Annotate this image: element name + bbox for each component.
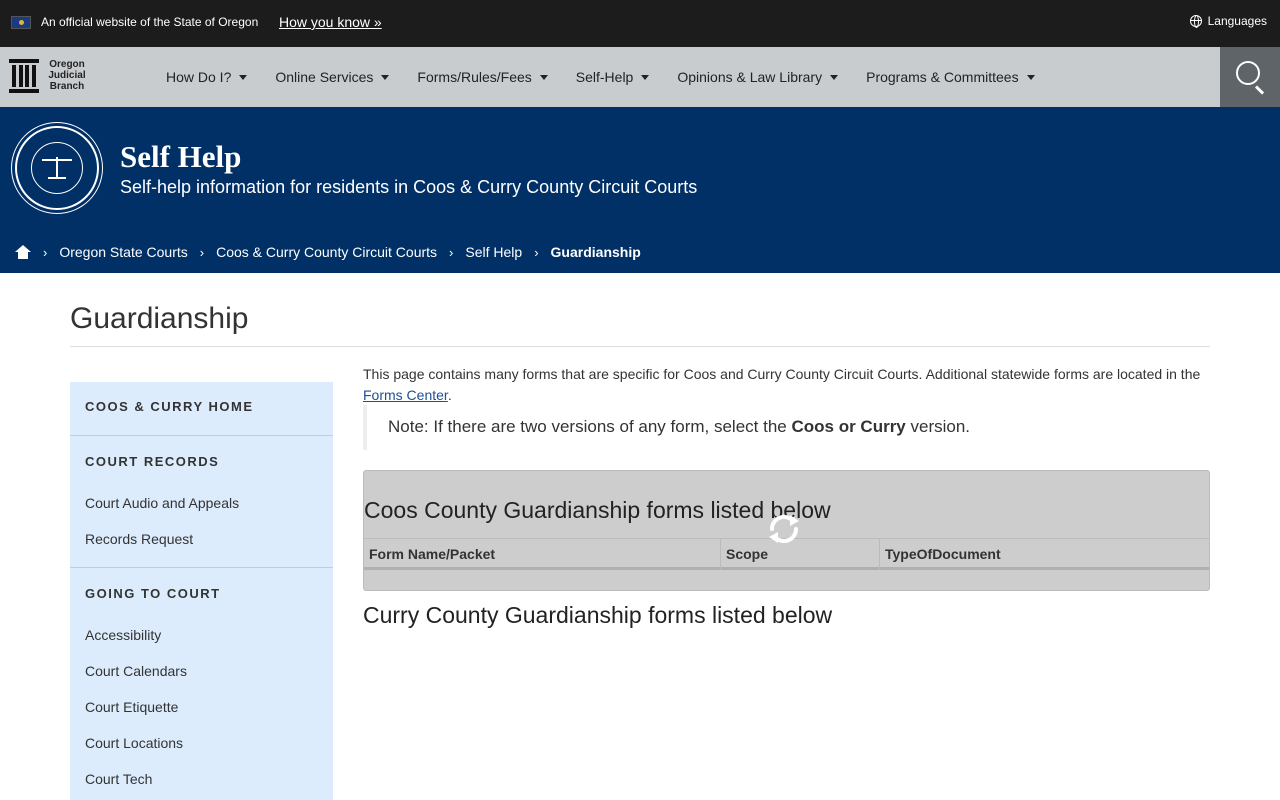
page-hero: Self Help Self-help information for resi…	[0, 107, 1280, 273]
sidebar-item-accessibility[interactable]: Accessibility	[70, 627, 333, 643]
sidebar-heading-going-to-court[interactable]: GOING TO COURT	[70, 586, 333, 601]
nav-item-online-services[interactable]: Online Services	[275, 69, 390, 85]
chevron-right-icon: ›	[43, 244, 48, 260]
official-site-text: An official website of the State of Oreg…	[41, 15, 259, 29]
breadcrumb-oregon-state-courts[interactable]: Oregon State Courts	[59, 244, 187, 260]
intro-paragraph: This page contains many forms that are s…	[363, 366, 1201, 403]
page-title: Guardianship	[70, 302, 249, 335]
column-header-form-name[interactable]: Form Name/Packet	[364, 539, 720, 570]
caret-down-icon	[641, 74, 650, 80]
breadcrumb-coos-curry[interactable]: Coos & Curry County Circuit Courts	[216, 244, 437, 260]
forms-center-link[interactable]: Forms Center	[363, 387, 448, 403]
caret-down-icon	[381, 74, 390, 80]
hero-title: Self Help	[120, 139, 242, 174]
hero-subtitle: Self-help information for residents in C…	[120, 177, 698, 197]
sidebar-item-court-audio-appeals[interactable]: Court Audio and Appeals	[70, 495, 333, 511]
chevron-right-icon: ›	[534, 244, 539, 260]
nav-item-self-help[interactable]: Self-Help	[576, 69, 650, 85]
judicial-department-seal	[15, 126, 99, 210]
sidebar-item-records-request[interactable]: Records Request	[70, 531, 333, 547]
coos-forms-panel: Coos County Guardianship forms listed be…	[363, 470, 1210, 591]
globe-icon	[1189, 15, 1202, 28]
pillar-icon	[9, 59, 39, 93]
how-you-know-link[interactable]: How you know »	[279, 14, 382, 30]
breadcrumb: › Oregon State Courts › Coos & Curry Cou…	[15, 244, 653, 260]
search-button[interactable]	[1220, 47, 1280, 107]
title-divider	[70, 346, 1210, 347]
nav-item-opinions-law-library[interactable]: Opinions & Law Library	[677, 69, 839, 85]
sidebar-item-court-locations[interactable]: Court Locations	[70, 735, 333, 751]
nav-item-forms-rules-fees[interactable]: Forms/Rules/Fees	[417, 69, 548, 85]
nav-item-programs-committees[interactable]: Programs & Committees	[866, 69, 1035, 85]
loading-spinner-icon	[769, 514, 799, 544]
main-nav: Oregon Judicial Branch How Do I? Online …	[0, 47, 1280, 107]
chevron-right-icon: ›	[199, 244, 205, 260]
sidebar: COOS & CURRY HOME COURT RECORDS Court Au…	[70, 382, 333, 800]
breadcrumb-self-help[interactable]: Self Help	[465, 244, 522, 260]
breadcrumb-current: Guardianship	[550, 244, 641, 260]
sidebar-item-court-tech[interactable]: Court Tech	[70, 771, 333, 787]
logo-text: Oregon Judicial Branch	[48, 59, 86, 92]
caret-down-icon	[539, 74, 548, 80]
caret-down-icon	[830, 74, 839, 80]
chevron-right-icon: ›	[449, 244, 454, 260]
coos-panel-title: Coos County Guardianship forms listed be…	[364, 497, 831, 523]
sidebar-item-court-etiquette[interactable]: Court Etiquette	[70, 699, 333, 715]
sidebar-item-court-calendars[interactable]: Court Calendars	[70, 663, 333, 679]
ojd-logo[interactable]: Oregon Judicial Branch	[9, 59, 89, 97]
caret-down-icon	[1026, 74, 1035, 80]
curry-panel-title: Curry County Guardianship forms listed b…	[363, 602, 833, 628]
sidebar-heading-court-records[interactable]: COURT RECORDS	[70, 454, 333, 469]
official-site-banner: An official website of the State of Oreg…	[0, 0, 1280, 47]
sidebar-heading-coos-curry-home[interactable]: COOS & CURRY HOME	[70, 399, 333, 414]
home-icon[interactable]	[15, 245, 31, 259]
search-icon	[1236, 61, 1260, 85]
oregon-flag-icon	[11, 16, 31, 29]
languages-label: Languages	[1207, 14, 1267, 28]
note-blockquote: Note: If there are two versions of any f…	[363, 405, 1210, 450]
column-header-type-of-document[interactable]: TypeOfDocument	[879, 539, 1209, 570]
nav-item-how-do-i[interactable]: How Do I?	[166, 69, 248, 85]
caret-down-icon	[239, 74, 248, 80]
languages-button[interactable]: Languages	[1189, 14, 1267, 28]
